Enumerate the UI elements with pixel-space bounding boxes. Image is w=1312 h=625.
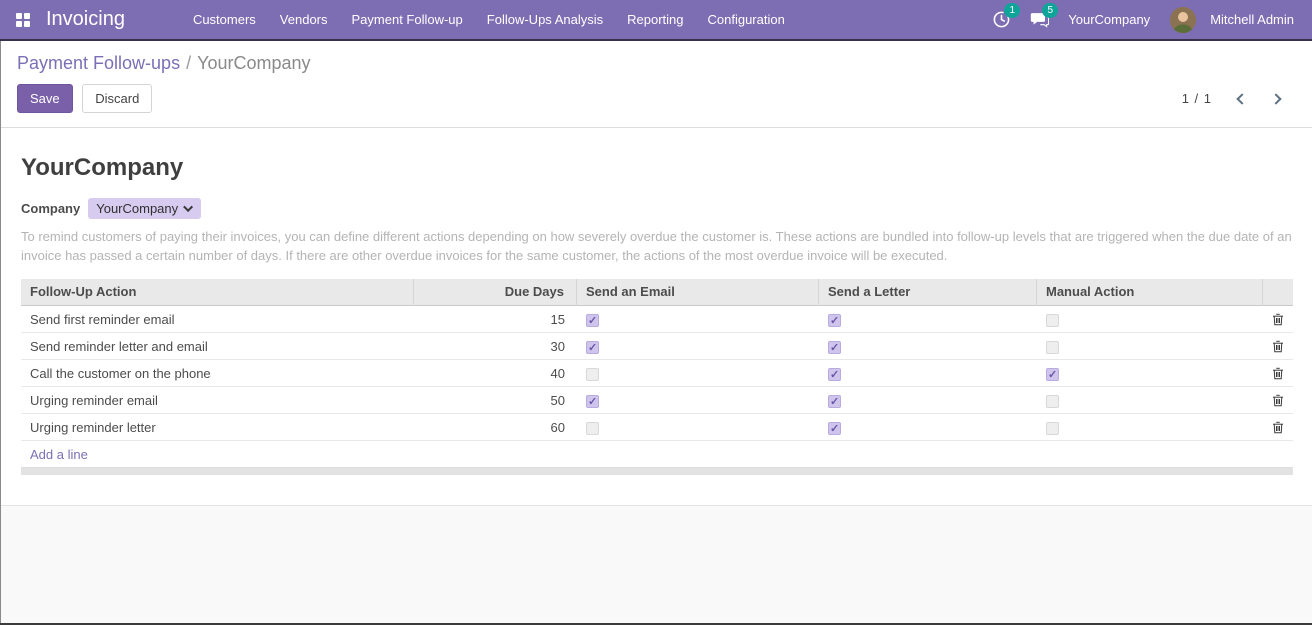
send-letter-checkbox[interactable] (828, 368, 841, 381)
follow-up-levels-table: Follow-Up Action Due Days Send an Email … (21, 279, 1293, 475)
trash-icon (1272, 367, 1284, 380)
page-background (1, 505, 1312, 623)
due-days-cell[interactable]: 30 (414, 339, 577, 354)
delete-row-button[interactable] (1272, 421, 1284, 434)
due-days-cell[interactable]: 60 (414, 420, 577, 435)
send-letter-checkbox[interactable] (828, 314, 841, 327)
column-header-send-an-email[interactable]: Send an Email (577, 279, 819, 306)
pager-next-icon[interactable] (1270, 93, 1281, 104)
trash-icon (1272, 394, 1284, 407)
follow-up-action-cell[interactable]: Urging reminder letter (21, 420, 414, 435)
chevron-down-icon (183, 202, 193, 212)
pager-previous-icon[interactable] (1236, 93, 1247, 104)
column-header-manual-action[interactable]: Manual Action (1037, 279, 1263, 306)
main-menu: Customers Vendors Payment Follow-up Foll… (181, 0, 797, 39)
manual-action-checkbox[interactable] (1046, 341, 1059, 354)
column-header-actions (1263, 279, 1293, 306)
manual-action-checkbox[interactable] (1046, 368, 1059, 381)
form-sheet: YourCompany Company YourCompany To remin… (1, 128, 1312, 505)
company-switcher[interactable]: YourCompany (1062, 12, 1162, 27)
scrollbar-strip[interactable] (21, 468, 1293, 475)
avatar[interactable] (1170, 7, 1196, 33)
delete-row-button[interactable] (1272, 367, 1284, 380)
user-menu[interactable]: Mitchell Admin (1204, 12, 1300, 27)
delete-row-button[interactable] (1272, 313, 1284, 326)
apps-menu-icon[interactable] (0, 0, 46, 39)
page-title: YourCompany (21, 154, 1292, 182)
send-letter-checkbox[interactable] (828, 422, 841, 435)
delete-row-button[interactable] (1272, 394, 1284, 407)
column-header-due-days[interactable]: Due Days (414, 279, 577, 306)
send-email-checkbox[interactable] (586, 422, 599, 435)
app-name[interactable]: Invoicing (46, 8, 125, 31)
trash-icon (1272, 313, 1284, 326)
help-text: To remind customers of paying their invo… (21, 227, 1292, 265)
activities-badge: 1 (1004, 3, 1020, 18)
send-letter-checkbox[interactable] (828, 341, 841, 354)
send-email-checkbox[interactable] (586, 341, 599, 354)
column-header-follow-up-action[interactable]: Follow-Up Action (21, 279, 414, 306)
send-email-checkbox[interactable] (586, 314, 599, 327)
table-row[interactable]: Send first reminder email 15 (21, 306, 1293, 333)
due-days-cell[interactable]: 40 (414, 366, 577, 381)
breadcrumb-current: YourCompany (197, 53, 310, 73)
add-line-link[interactable]: Add a line (30, 447, 88, 462)
menu-item-reporting[interactable]: Reporting (615, 0, 695, 39)
table-row[interactable]: Call the customer on the phone 40 (21, 360, 1293, 387)
company-select-value: YourCompany (96, 201, 178, 216)
activities-button[interactable]: 1 (986, 7, 1016, 33)
user-photo (1170, 7, 1196, 33)
delete-row-button[interactable] (1272, 340, 1284, 353)
menu-item-customers[interactable]: Customers (181, 0, 268, 39)
top-navbar: Invoicing Customers Vendors Payment Foll… (0, 0, 1312, 41)
send-email-checkbox[interactable] (586, 395, 599, 408)
menu-item-vendors[interactable]: Vendors (268, 0, 340, 39)
messages-button[interactable]: 5 (1024, 7, 1054, 33)
company-select[interactable]: YourCompany (88, 198, 201, 219)
manual-action-checkbox[interactable] (1046, 395, 1059, 408)
menu-item-configuration[interactable]: Configuration (695, 0, 796, 39)
menu-item-payment-follow-up[interactable]: Payment Follow-up (340, 0, 475, 39)
grid-icon (16, 13, 30, 27)
column-header-send-a-letter[interactable]: Send a Letter (819, 279, 1037, 306)
control-panel: Payment Follow-ups/YourCompany Save Disc… (1, 41, 1312, 128)
trash-icon (1272, 421, 1284, 434)
send-letter-checkbox[interactable] (828, 395, 841, 408)
table-row[interactable]: Urging reminder letter 60 (21, 414, 1293, 441)
follow-up-action-cell[interactable]: Urging reminder email (21, 393, 414, 408)
messages-badge: 5 (1042, 3, 1058, 18)
follow-up-action-cell[interactable]: Call the customer on the phone (21, 366, 414, 381)
due-days-cell[interactable]: 15 (414, 312, 577, 327)
follow-up-action-cell[interactable]: Send first reminder email (21, 312, 414, 327)
table-row[interactable]: Send reminder letter and email 30 (21, 333, 1293, 360)
follow-up-action-cell[interactable]: Send reminder letter and email (21, 339, 414, 354)
add-line-row: Add a line (21, 441, 1293, 468)
discard-button[interactable]: Discard (82, 84, 152, 113)
table-row[interactable]: Urging reminder email 50 (21, 387, 1293, 414)
save-button[interactable]: Save (17, 84, 73, 113)
breadcrumb: Payment Follow-ups/YourCompany (17, 53, 1296, 74)
menu-item-follow-ups-analysis[interactable]: Follow-Ups Analysis (475, 0, 615, 39)
manual-action-checkbox[interactable] (1046, 422, 1059, 435)
send-email-checkbox[interactable] (586, 368, 599, 381)
table-header-row: Follow-Up Action Due Days Send an Email … (21, 279, 1293, 306)
pager-value: 1 / 1 (1182, 91, 1212, 106)
company-label: Company (21, 201, 80, 216)
breadcrumb-separator: / (180, 53, 197, 73)
pager: 1 / 1 (1182, 91, 1296, 106)
trash-icon (1272, 340, 1284, 353)
table-body: Send first reminder email 15 Send remind… (21, 306, 1293, 441)
due-days-cell[interactable]: 50 (414, 393, 577, 408)
manual-action-checkbox[interactable] (1046, 314, 1059, 327)
breadcrumb-parent[interactable]: Payment Follow-ups (17, 53, 180, 73)
